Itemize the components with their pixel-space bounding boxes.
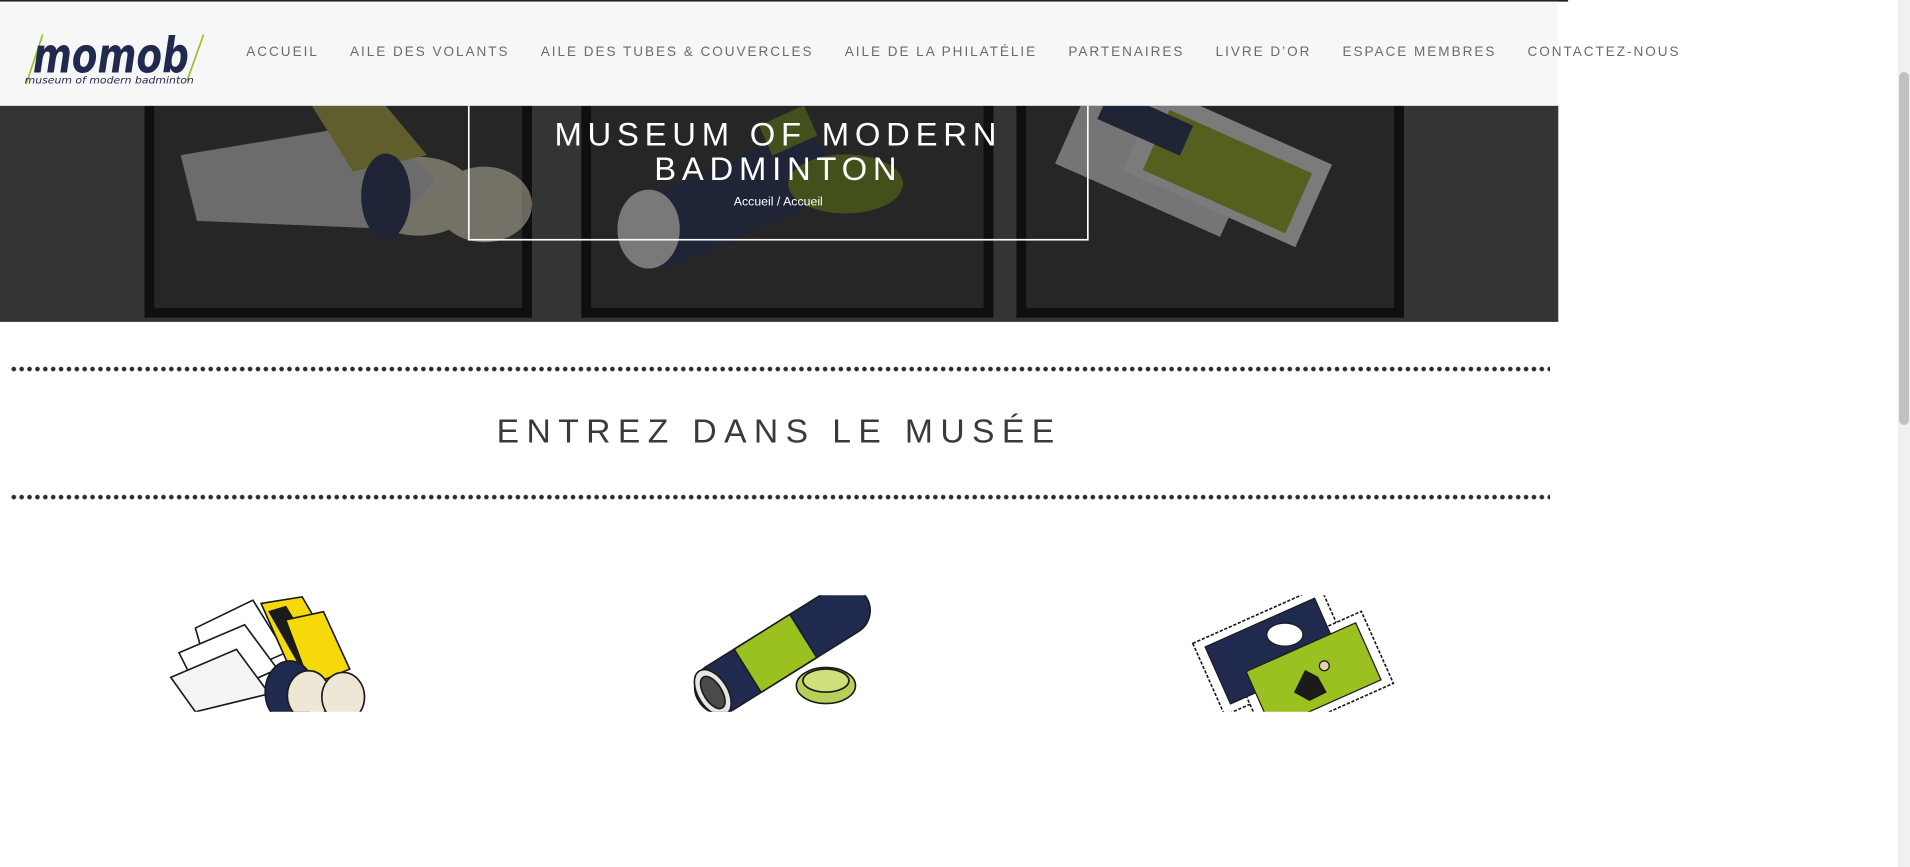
- nav-espace-membres[interactable]: ESPACE MEMBRES: [1343, 44, 1497, 60]
- dotted-divider-top: [9, 366, 1551, 372]
- logo-tagline: museum of modern badminton: [25, 76, 194, 87]
- shuttlecock-icon[interactable]: [163, 595, 368, 712]
- hero-banner: MUSEUM OF MODERN BADMINTON Accueil / Acc…: [0, 105, 1559, 322]
- stamps-icon[interactable]: [1186, 595, 1399, 712]
- hero-title: MUSEUM OF MODERN BADMINTON: [554, 116, 1003, 188]
- nav-aile-des-volants[interactable]: AILE DES VOLANTS: [350, 44, 510, 60]
- momob-logo[interactable]: momob museum of modern badminton: [13, 31, 207, 88]
- nav-accueil[interactable]: ACCUEIL: [246, 44, 319, 60]
- nav-livre-dor[interactable]: LIVRE D’OR: [1216, 44, 1312, 60]
- breadcrumb[interactable]: Accueil / Accueil: [468, 195, 1089, 209]
- nav-partenaires[interactable]: PARTENAIRES: [1068, 44, 1184, 60]
- main-nav: ACCUEIL AILE DES VOLANTS AILE DES TUBES …: [246, 39, 1680, 64]
- scrollbar[interactable]: [1898, 0, 1910, 867]
- nav-aile-des-tubes[interactable]: AILE DES TUBES & COUVERCLES: [541, 44, 814, 60]
- section-title: ENTREZ DANS LE MUSÉE: [496, 412, 1062, 450]
- scrollbar-thumb[interactable]: [1899, 72, 1909, 425]
- dotted-divider-bottom: [9, 494, 1551, 500]
- nav-contactez-nous[interactable]: CONTACTEZ-NOUS: [1528, 44, 1681, 60]
- site-header: momob museum of modern badminton ACCUEIL…: [0, 1, 1679, 106]
- shuttle-tube-icon[interactable]: [685, 595, 874, 712]
- nav-aile-philatelie[interactable]: AILE DE LA PHILATÉLIE: [845, 44, 1037, 60]
